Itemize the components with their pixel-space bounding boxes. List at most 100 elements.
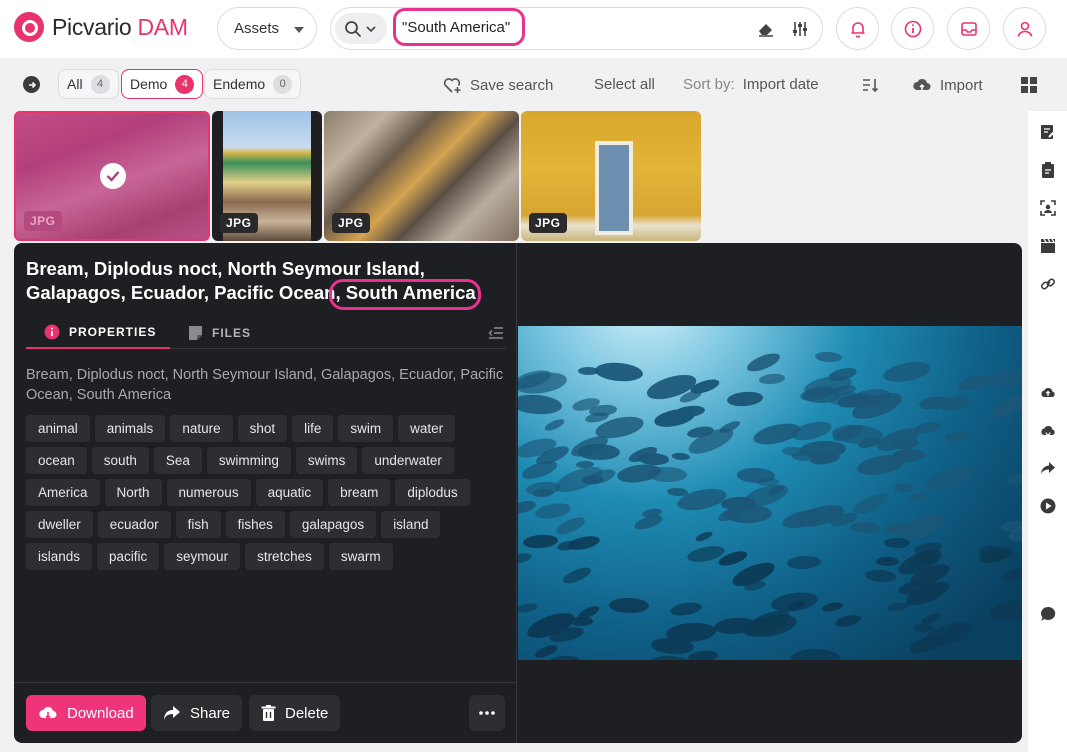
search-icon (345, 20, 361, 37)
chat-bubble-icon[interactable] (1040, 606, 1056, 622)
asset-info-column: Bream, Diplodus noct, North Seymour Isla… (14, 243, 517, 743)
fish-shape (833, 613, 862, 629)
asset-type-select[interactable]: Assets (217, 7, 317, 50)
notifications-button[interactable] (836, 7, 879, 50)
tag-chip[interactable]: pacific (97, 543, 160, 570)
download-button[interactable]: Download (26, 695, 146, 731)
edit-note-icon[interactable] (1040, 124, 1056, 140)
tag-chip[interactable]: stretches (245, 543, 324, 570)
tag-chip[interactable]: seymour (164, 543, 241, 570)
select-all-label: Select all (594, 76, 655, 93)
tab-properties[interactable]: PROPERTIES (26, 317, 170, 349)
tag-chip[interactable]: south (91, 447, 149, 474)
fish-shape (518, 498, 537, 516)
search-input[interactable]: "South America" (393, 8, 525, 46)
title-highlight-marker (329, 279, 481, 310)
forward-arrow-icon[interactable] (1040, 460, 1056, 476)
search-mode-dropdown[interactable] (335, 13, 387, 44)
fish-shape (989, 389, 1022, 422)
fish-shape (649, 654, 694, 660)
tag-chip[interactable]: nature (170, 415, 233, 442)
tag-chip[interactable]: swims (295, 447, 358, 474)
tag-chip[interactable]: galapagos (289, 511, 377, 538)
filter-sliders-icon[interactable] (790, 19, 810, 39)
save-search-button[interactable]: Save search (443, 76, 553, 94)
link-icon[interactable] (1040, 276, 1056, 292)
fish-shape (791, 649, 841, 660)
asset-thumbnail-4[interactable]: JPG (521, 111, 701, 241)
tag-chip[interactable]: numerous (166, 479, 251, 506)
cloud-download-icon (39, 706, 57, 720)
brand-name: Picvario (52, 13, 132, 40)
tag-chip[interactable]: water (398, 415, 456, 442)
tag-chip[interactable]: America (26, 479, 100, 506)
tag-chip[interactable]: fish (175, 511, 221, 538)
grid-view-icon (1021, 77, 1037, 93)
tag-chip[interactable]: animals (94, 415, 166, 442)
asset-thumbnail-2[interactable]: JPG (212, 111, 322, 241)
face-recognition-icon[interactable] (1040, 200, 1056, 216)
logo-mark-icon (14, 12, 44, 42)
tag-chip[interactable]: swarm (328, 543, 393, 570)
select-all-button[interactable]: Select all (594, 76, 655, 93)
tag-chip[interactable]: North (104, 479, 162, 506)
detail-tabs: PROPERTIES FILES (26, 317, 506, 349)
clapperboard-icon[interactable] (1040, 238, 1056, 254)
cloud-sync-icon[interactable] (1040, 422, 1056, 438)
user-icon (1017, 21, 1032, 37)
more-actions-button[interactable] (469, 695, 505, 731)
fish-shape (542, 416, 566, 433)
fish-shape (745, 349, 783, 375)
tag-chip[interactable]: life (292, 415, 334, 442)
tag-chip[interactable]: island (381, 511, 441, 538)
tag-chip[interactable]: Sea (153, 447, 202, 474)
fish-shape (546, 654, 581, 660)
fish-shape (758, 372, 786, 386)
tag-chip[interactable]: swimming (206, 447, 291, 474)
filter-chip-demo[interactable]: Demo 4 (121, 69, 204, 99)
sort-control[interactable]: Sort by: Import date (683, 76, 819, 93)
tag-chip[interactable]: animal (26, 415, 90, 442)
user-profile-button[interactable] (1003, 7, 1046, 50)
inbox-button[interactable] (947, 7, 990, 50)
filter-chip-count: 0 (273, 74, 293, 94)
collapse-panel-button[interactable] (488, 317, 504, 349)
asset-preview-image[interactable] (518, 326, 1022, 660)
share-button[interactable]: Share (151, 695, 243, 731)
asset-thumbnail-1[interactable]: JPG (14, 111, 210, 241)
import-button[interactable]: Import (912, 76, 983, 94)
info-icon (44, 324, 60, 340)
fish-shape (913, 420, 942, 436)
fish-shape (893, 483, 914, 493)
asset-thumbnail-3[interactable]: JPG (324, 111, 519, 241)
eraser-icon[interactable] (756, 19, 776, 39)
play-circle-icon[interactable] (1040, 498, 1056, 514)
tag-chip[interactable]: ecuador (97, 511, 171, 538)
app-logo[interactable]: Picvario DAM (14, 12, 188, 42)
tag-chip[interactable]: aquatic (255, 479, 324, 506)
fish-shape (671, 451, 691, 461)
fish-shape (694, 529, 714, 543)
grid-view-button[interactable] (1020, 76, 1038, 94)
sort-direction-button[interactable] (861, 76, 879, 94)
trash-icon (261, 704, 276, 721)
tag-chip[interactable]: diplodus (395, 479, 470, 506)
info-button[interactable] (891, 7, 934, 50)
delete-button[interactable]: Delete (249, 695, 341, 731)
tag-chip[interactable]: islands (26, 543, 93, 570)
filter-chip-all[interactable]: All 4 (58, 69, 119, 99)
tag-chip[interactable]: ocean (26, 447, 87, 474)
filter-chip-endemo[interactable]: Endemo 0 (204, 69, 302, 99)
clipboard-icon[interactable] (1040, 162, 1056, 178)
tag-chip[interactable]: swim (338, 415, 394, 442)
tag-chip[interactable]: underwater (362, 447, 454, 474)
tag-chip[interactable]: fishes (225, 511, 285, 538)
cloud-upload-icon[interactable] (1040, 384, 1056, 400)
fish-shape (906, 493, 927, 504)
action-bar: Download Share Delete (14, 682, 517, 743)
tag-chip[interactable]: shot (237, 415, 288, 442)
tab-files[interactable]: FILES (188, 317, 251, 349)
expand-sidebar-button[interactable] (23, 76, 40, 93)
tag-chip[interactable]: dweller (26, 511, 93, 538)
tag-chip[interactable]: bream (328, 479, 391, 506)
